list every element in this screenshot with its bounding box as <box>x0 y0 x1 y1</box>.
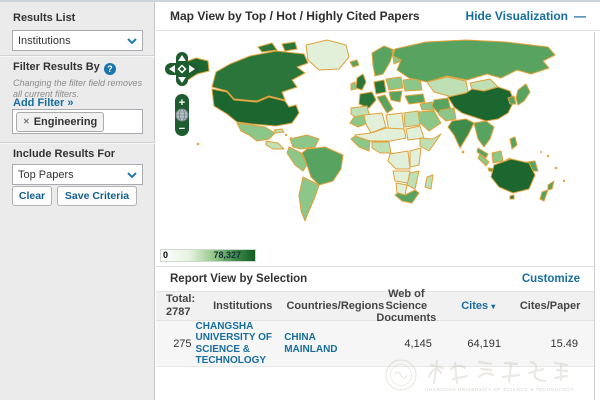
row-count: 275 <box>162 338 196 350</box>
total-header: Total: 2787 <box>162 293 199 318</box>
country-new-zealand-south[interactable] <box>540 190 548 201</box>
filter-by-label: Filter Results By? <box>13 61 116 75</box>
report-title: Report View by Selection <box>170 273 307 285</box>
chevron-down-icon <box>127 38 137 44</box>
map-zoom-control[interactable]: + − <box>175 94 189 136</box>
save-criteria-button[interactable]: Save Criteria <box>57 186 137 206</box>
island-dot <box>563 180 565 182</box>
country-dr-congo[interactable] <box>388 151 410 169</box>
country-link[interactable]: CHINA MAINLAND <box>284 332 365 355</box>
visualization-panel: Map View by Top / Hot / Highly Cited Pap… <box>156 2 600 400</box>
include-results-label: Include Results For <box>13 148 115 160</box>
country-australia[interactable] <box>491 159 535 193</box>
country-new-zealand-north[interactable] <box>548 181 554 190</box>
column-header-cites-per-paper: Cites/Paper <box>512 300 588 312</box>
country-iceland[interactable] <box>350 60 359 67</box>
country-norway-sweden[interactable] <box>372 46 394 76</box>
row-cites-per-paper: 15.49 <box>511 338 588 350</box>
country-central-america[interactable] <box>266 141 284 149</box>
sidebar-divider <box>0 142 155 143</box>
report-section: Report View by Selection Customize Total… <box>156 266 594 367</box>
island-dot <box>285 134 287 136</box>
column-header-cites-sort[interactable]: Cites ▾ <box>444 300 512 312</box>
world-map-area: + − 0 78,327 <box>156 32 594 266</box>
country-japan[interactable] <box>516 84 530 105</box>
legend-min-label: 0 <box>163 250 168 261</box>
country-france[interactable] <box>359 92 376 108</box>
island-dot <box>547 155 549 157</box>
sidebar-divider <box>0 55 155 56</box>
country-ireland[interactable] <box>351 82 356 90</box>
country-india[interactable] <box>448 119 474 148</box>
zoom-out-button[interactable]: − <box>179 123 185 135</box>
country-united-kingdom[interactable] <box>356 74 366 90</box>
country-balkans-greece[interactable] <box>389 91 402 102</box>
country-canada-arctic-islands[interactable] <box>282 42 297 51</box>
esi-map-view-page: Results List Institutions Filter Results… <box>0 0 600 400</box>
active-filters-box: ✕ Engineering <box>12 109 143 134</box>
sort-descending-icon: ▾ <box>491 302 495 311</box>
country-pakistan-afghanistan[interactable] <box>439 108 456 121</box>
results-list-value: Institutions <box>18 35 71 47</box>
country-tasmania[interactable] <box>510 195 514 199</box>
column-header-countries: Countries/Regions <box>286 300 368 312</box>
panel-right-border <box>594 32 595 400</box>
country-madagascar[interactable] <box>425 175 433 189</box>
institution-link[interactable]: CHANGSHA UNIVERSITY OF SCIENCE & TECHNOL… <box>196 321 285 367</box>
chevron-down-icon <box>127 172 137 178</box>
results-list-label: Results List <box>13 12 75 24</box>
country-myanmar-thailand-vietnam[interactable] <box>474 121 494 147</box>
customize-link[interactable]: Customize <box>522 273 580 285</box>
reset-globe-button[interactable] <box>176 109 188 121</box>
country-canada-arctic-islands[interactable] <box>258 43 277 52</box>
include-results-value: Top Papers <box>18 169 74 181</box>
filter-tag-engineering[interactable]: ✕ Engineering <box>16 112 104 132</box>
help-icon[interactable]: ? <box>104 63 116 75</box>
island-dot <box>555 167 558 170</box>
collapse-icon: — <box>574 9 586 23</box>
country-poland[interactable] <box>386 77 403 90</box>
filters-sidebar: Results List Institutions Filter Results… <box>0 2 155 400</box>
map-view-title: Map View by Top / Hot / Highly Cited Pap… <box>170 9 420 23</box>
column-header-documents: Web of Science Documents <box>368 288 444 324</box>
island-dot <box>540 151 542 153</box>
island-dot <box>290 137 292 139</box>
map-controls[interactable]: + − <box>164 50 200 182</box>
table-row: 275 CHANGSHA UNIVERSITY OF SCIENCE & TEC… <box>156 321 594 367</box>
clear-button[interactable]: Clear <box>12 186 52 206</box>
country-turkey[interactable] <box>405 94 425 104</box>
country-nigeria-ghana[interactable] <box>372 142 391 153</box>
include-results-select[interactable]: Top Papers <box>12 164 143 185</box>
country-egypt[interactable] <box>404 111 420 127</box>
country-argentina[interactable] <box>299 177 319 221</box>
zoom-in-button[interactable]: + <box>179 97 185 109</box>
country-colombia-venezuela[interactable] <box>290 135 319 149</box>
country-philippines[interactable] <box>510 137 517 149</box>
table-header-row: Total: 2787 Institutions Countries/Regio… <box>156 291 594 321</box>
country-cuba[interactable] <box>274 129 284 133</box>
row-documents: 4,145 <box>365 338 442 350</box>
map-panel-header: Map View by Top / Hot / Highly Cited Pap… <box>156 2 600 31</box>
island-dot <box>462 151 465 154</box>
add-filter-link[interactable]: Add Filter » <box>13 97 74 109</box>
watermark-english-text: CHANGSHA UNIVERSITY OF SCIENCE & TECHNOL… <box>425 387 581 392</box>
country-south-korea[interactable] <box>508 96 516 104</box>
world-choropleth-map[interactable] <box>158 34 592 249</box>
column-header-institutions: Institutions <box>199 300 286 312</box>
remove-filter-icon[interactable]: ✕ <box>23 117 30 126</box>
country-east-africa[interactable] <box>410 148 421 167</box>
choropleth-legend: 0 78,327 <box>160 249 256 262</box>
country-greenland[interactable] <box>306 40 349 70</box>
filter-tag-label: Engineering <box>34 116 98 128</box>
hide-visualization-link[interactable]: Hide Visualization — <box>466 9 586 23</box>
country-germany[interactable] <box>374 80 386 94</box>
map-pan-control[interactable] <box>165 52 199 86</box>
row-cites: 64,191 <box>442 338 511 350</box>
legend-max-label: 78,327 <box>213 250 241 261</box>
country-russia[interactable] <box>393 40 555 82</box>
results-list-select[interactable]: Institutions <box>12 30 143 51</box>
country-borneo[interactable] <box>492 151 503 163</box>
